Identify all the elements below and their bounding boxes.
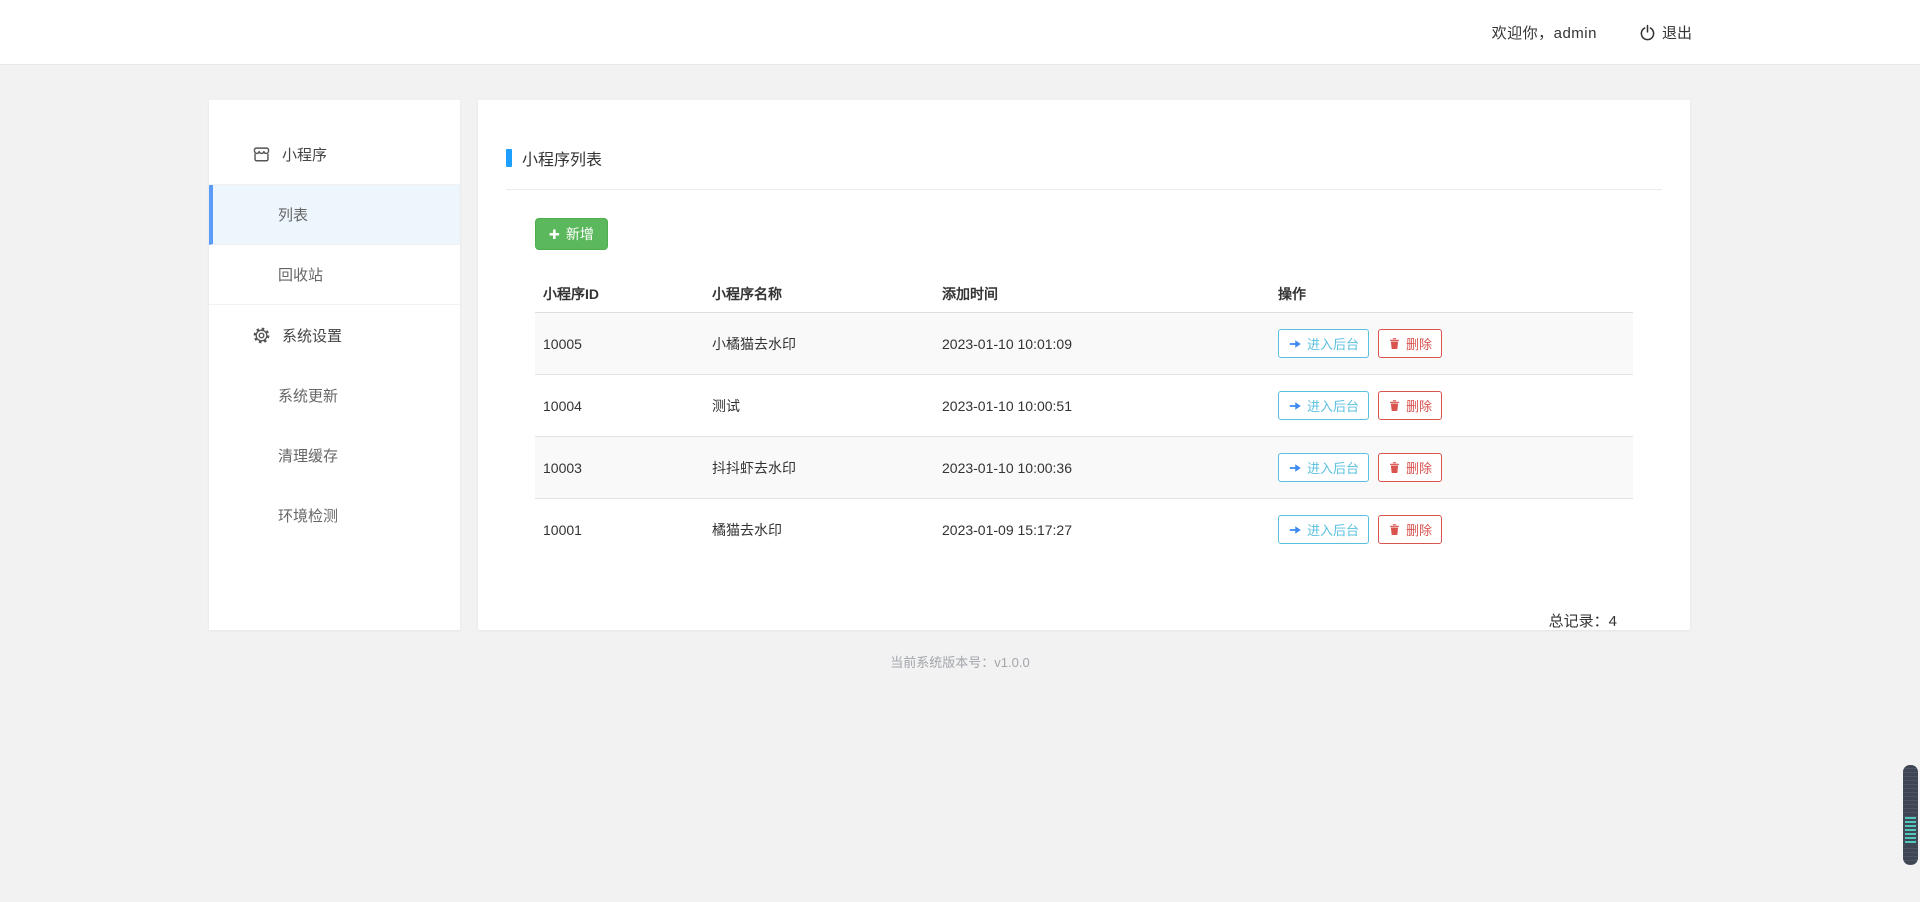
table-header-row: 小程序ID 小程序名称 添加时间 操作 (535, 276, 1633, 313)
add-button-label: 新增 (566, 224, 594, 244)
cell-id: 10004 (535, 375, 704, 437)
table-row: 10005 小橘猫去水印 2023-01-10 10:01:09 (535, 313, 1633, 375)
enter-backend-button[interactable]: 进入后台 (1278, 391, 1369, 420)
cell-actions: 进入后台 删除 (1270, 437, 1633, 499)
table-row: 10003 抖抖虾去水印 2023-01-10 10:00:36 (535, 437, 1633, 499)
shop-icon (251, 145, 271, 164)
trash-icon (1388, 399, 1401, 412)
sidebar-item-environment-check[interactable]: 环境检测 (209, 485, 460, 545)
total-value: 4 (1609, 613, 1617, 630)
sidebar-item-label: 小程序 (282, 144, 327, 165)
logout-button[interactable]: 退出 (1639, 22, 1692, 43)
arrow-right-icon (1288, 461, 1302, 475)
sidebar-item-system-settings[interactable]: 系统设置 (209, 305, 460, 365)
sidebar: 小程序 列表 回收站 系统设置 系统更新 清理缓存 (209, 100, 460, 630)
cell-actions: 进入后台 删除 (1270, 499, 1633, 561)
table-body: 10005 小橘猫去水印 2023-01-10 10:01:09 (535, 313, 1633, 561)
trash-icon (1388, 523, 1401, 536)
cell-id: 10003 (535, 437, 704, 499)
trash-icon (1388, 461, 1401, 474)
table-row: 10001 橘猫去水印 2023-01-09 15:17:27 (535, 499, 1633, 561)
cell-name: 测试 (704, 375, 934, 437)
sidebar-item-recycle-bin[interactable]: 回收站 (209, 245, 460, 305)
delete-button[interactable]: 删除 (1378, 391, 1442, 420)
enter-backend-button[interactable]: 进入后台 (1278, 515, 1369, 544)
table-row: 10004 测试 2023-01-10 10:00:51 进入后 (535, 375, 1633, 437)
cell-name: 抖抖虾去水印 (704, 437, 934, 499)
gear-icon (251, 326, 271, 345)
cell-time: 2023-01-10 10:00:51 (934, 375, 1270, 437)
title-marker (506, 149, 512, 167)
trash-icon (1388, 337, 1401, 350)
main-panel: 小程序列表 ✚ 新增 小程序ID 小程序名称 添加时间 操作 1000 (478, 100, 1690, 630)
content-area: 小程序 列表 回收站 系统设置 系统更新 清理缓存 (209, 100, 1690, 630)
cell-actions: 进入后台 删除 (1270, 375, 1633, 437)
arrow-right-icon (1288, 523, 1302, 537)
cell-id: 10005 (535, 313, 704, 375)
scroll-minimap-highlight (1905, 817, 1916, 845)
cell-time: 2023-01-10 10:00:36 (934, 437, 1270, 499)
cell-time: 2023-01-09 15:17:27 (934, 499, 1270, 561)
page-title: 小程序列表 (522, 146, 602, 170)
sidebar-item-system-update[interactable]: 系统更新 (209, 365, 460, 425)
delete-button[interactable]: 删除 (1378, 515, 1442, 544)
arrow-right-icon (1288, 337, 1302, 351)
cell-actions: 进入后台 删除 (1270, 313, 1633, 375)
delete-button[interactable]: 删除 (1378, 453, 1442, 482)
add-button[interactable]: ✚ 新增 (535, 218, 608, 250)
column-header-name: 小程序名称 (704, 276, 934, 313)
power-icon (1639, 24, 1656, 41)
cell-name: 橘猫去水印 (704, 499, 934, 561)
version-text: 当前系统版本号：v1.0.0 (890, 655, 1029, 670)
sidebar-item-label: 清理缓存 (278, 445, 338, 466)
scroll-minimap[interactable] (1903, 765, 1918, 865)
sidebar-item-clear-cache[interactable]: 清理缓存 (209, 425, 460, 485)
sidebar-item-list[interactable]: 列表 (209, 185, 460, 245)
sidebar-item-mini-programs[interactable]: 小程序 (209, 125, 460, 185)
cell-name: 小橘猫去水印 (704, 313, 934, 375)
logout-label: 退出 (1662, 22, 1692, 43)
plus-icon: ✚ (549, 228, 560, 241)
sidebar-item-label: 环境检测 (278, 505, 338, 526)
delete-button[interactable]: 删除 (1378, 329, 1442, 358)
cell-id: 10001 (535, 499, 704, 561)
column-header-time: 添加时间 (934, 276, 1270, 313)
enter-backend-button[interactable]: 进入后台 (1278, 329, 1369, 358)
version-footer: 当前系统版本号：v1.0.0 (0, 652, 1920, 671)
sidebar-item-label: 回收站 (278, 264, 323, 285)
sidebar-item-label: 系统更新 (278, 385, 338, 406)
mini-program-table: 小程序ID 小程序名称 添加时间 操作 10005 小橘猫去水印 2023-01… (535, 276, 1633, 560)
top-header: 欢迎你，admin 退出 (0, 0, 1920, 65)
panel-header: 小程序列表 (506, 100, 1662, 190)
panel-body: ✚ 新增 小程序ID 小程序名称 添加时间 操作 10005 小橘猫去水印 20… (478, 190, 1690, 631)
welcome-text: 欢迎你，admin (1492, 22, 1597, 43)
total-label: 总记录： (1549, 613, 1609, 630)
column-header-id: 小程序ID (535, 276, 704, 313)
arrow-right-icon (1288, 399, 1302, 413)
cell-time: 2023-01-10 10:01:09 (934, 313, 1270, 375)
enter-backend-button[interactable]: 进入后台 (1278, 453, 1369, 482)
total-records: 总记录：4 (535, 610, 1633, 631)
sidebar-item-label: 列表 (278, 204, 308, 225)
sidebar-menu: 小程序 列表 回收站 系统设置 系统更新 清理缓存 (209, 125, 460, 545)
column-header-action: 操作 (1270, 276, 1633, 313)
sidebar-item-label: 系统设置 (282, 325, 342, 346)
